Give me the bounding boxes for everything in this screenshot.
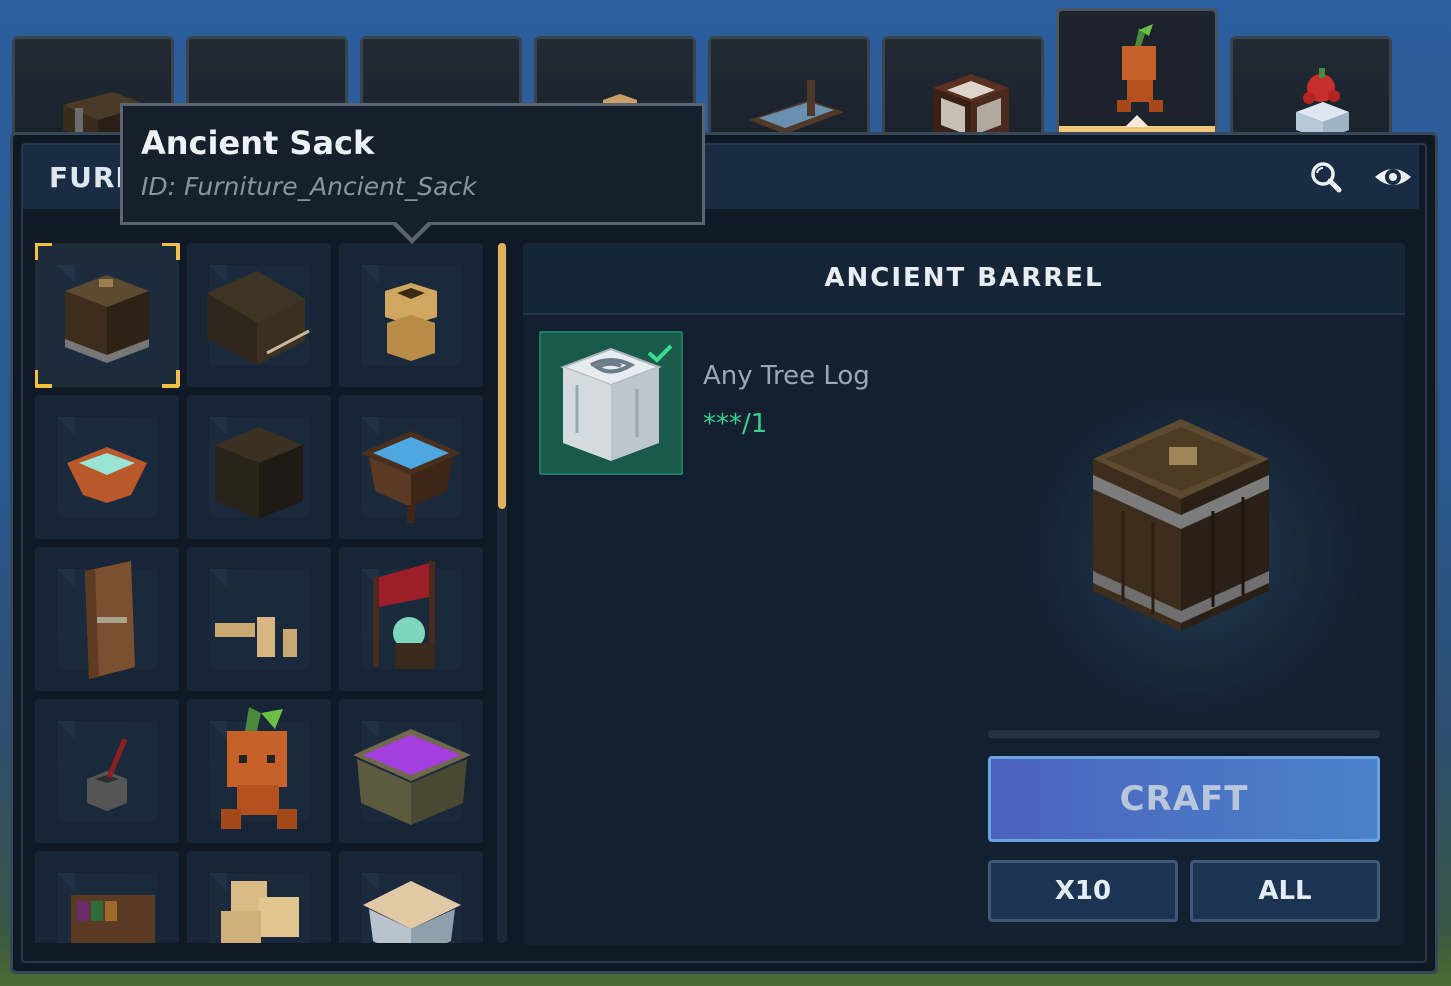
search-icon[interactable] bbox=[1307, 159, 1347, 195]
grid-item-broken-crate[interactable] bbox=[187, 243, 331, 387]
grid-item-bone-pile[interactable] bbox=[187, 547, 331, 691]
grid-item-crystal-bowl[interactable] bbox=[35, 395, 179, 539]
ingredient-name: Any Tree Log bbox=[703, 361, 870, 391]
recipe-title: ANCIENT BARREL bbox=[824, 263, 1104, 293]
frame-block-icon bbox=[933, 74, 1009, 140]
straw-hut-icon bbox=[363, 881, 461, 943]
craft-progress-bar bbox=[988, 730, 1380, 738]
grid-item-straw-hut[interactable] bbox=[339, 851, 483, 943]
grid-item-purple-cauldron[interactable] bbox=[339, 699, 483, 843]
water-trough-icon bbox=[361, 431, 461, 523]
grid-item-bookshelf[interactable] bbox=[35, 851, 179, 943]
recipe-grid bbox=[35, 243, 487, 943]
eye-icon[interactable] bbox=[1373, 159, 1413, 195]
tab-creatures[interactable] bbox=[1056, 8, 1218, 132]
purple-cauldron-icon bbox=[353, 729, 471, 825]
grid-scrollbar-thumb[interactable] bbox=[498, 243, 506, 509]
tooltip-arrow-inner bbox=[394, 220, 430, 238]
tab-blocks[interactable] bbox=[882, 36, 1044, 140]
craft-button[interactable]: CRAFT bbox=[988, 756, 1380, 842]
check-icon bbox=[647, 344, 673, 363]
item-tooltip: Ancient Sack ID: Furniture_Ancient_Sack bbox=[120, 103, 705, 225]
bone-pile-icon bbox=[215, 617, 297, 657]
broken-crate-icon bbox=[207, 271, 310, 365]
tab-festive[interactable] bbox=[1230, 36, 1392, 140]
tooltip-title: Ancient Sack bbox=[141, 124, 375, 162]
grid-item-wooden-crate[interactable] bbox=[187, 395, 331, 539]
tooltip-id: ID: Furniture_Ancient_Sack bbox=[141, 172, 477, 201]
grid-scrollbar[interactable] bbox=[497, 243, 507, 943]
grid-item-skull-pile[interactable] bbox=[187, 851, 331, 943]
sprout-figure-icon bbox=[221, 707, 297, 829]
ancient-barrel-preview bbox=[1093, 419, 1269, 631]
banner-shrine-icon bbox=[373, 561, 435, 669]
recipe-detail: ANCIENT BARREL Any Tree Log ***/1 CRAFT … bbox=[523, 243, 1405, 945]
skull-pile-icon bbox=[221, 881, 299, 943]
grid-item-quill-inkwell[interactable] bbox=[35, 699, 179, 843]
quill-inkwell-icon bbox=[87, 738, 128, 811]
bookshelf-icon bbox=[71, 895, 155, 943]
grid-item-banner-shrine[interactable] bbox=[339, 547, 483, 691]
active-tab-caret bbox=[1125, 115, 1149, 127]
wooden-door-icon bbox=[85, 561, 135, 679]
grid-item-ancient-sack[interactable] bbox=[339, 243, 483, 387]
ingredient-slot[interactable] bbox=[539, 331, 683, 475]
ancient-barrel-icon bbox=[65, 275, 149, 363]
craft-all-button[interactable]: ALL bbox=[1190, 860, 1380, 922]
ingredient-count: ***/1 bbox=[703, 409, 768, 439]
grid-item-wooden-door[interactable] bbox=[35, 547, 179, 691]
grid-item-sprout-figure[interactable] bbox=[187, 699, 331, 843]
wooden-crate-icon bbox=[215, 427, 303, 519]
ancient-sack-icon bbox=[385, 283, 437, 361]
grid-item-ancient-barrel[interactable] bbox=[35, 243, 180, 388]
tab-beds[interactable] bbox=[708, 36, 870, 140]
sprout-creature-icon bbox=[1117, 24, 1163, 112]
crafting-panel: FURI ANCIENT BARREL Any Tree Log ***/1 C… bbox=[10, 132, 1438, 974]
festive-snowman-icon bbox=[1296, 68, 1349, 140]
grid-item-water-trough[interactable] bbox=[339, 395, 483, 539]
category-title: FURI bbox=[49, 161, 127, 194]
craft-x10-button[interactable]: X10 bbox=[988, 860, 1178, 922]
bed-icon bbox=[749, 80, 844, 134]
detail-title-bar: ANCIENT BARREL bbox=[523, 243, 1405, 315]
crystal-bowl-icon bbox=[67, 447, 147, 503]
